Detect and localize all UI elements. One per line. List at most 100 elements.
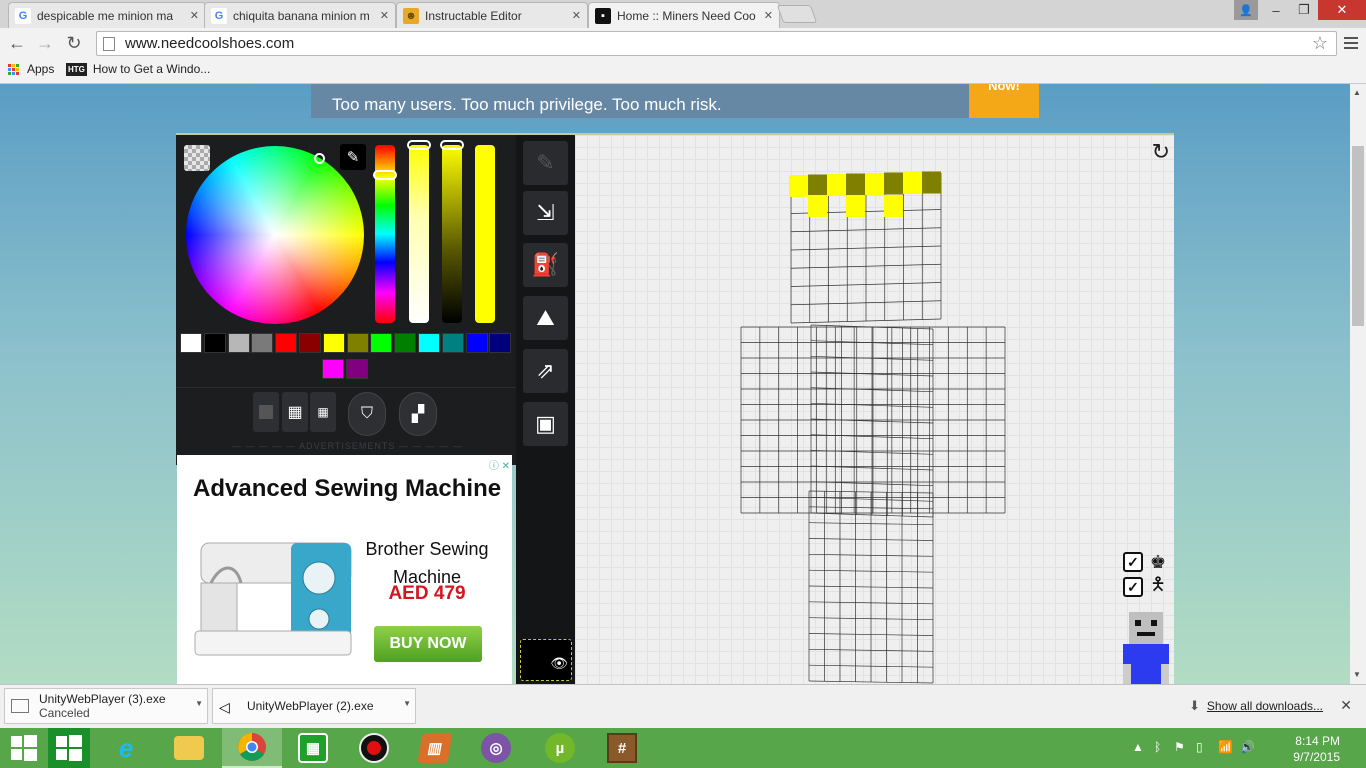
taskbar-app-fire[interactable]: ▥ <box>405 728 465 768</box>
hue-slider-knob[interactable] <box>373 170 397 180</box>
close-icon[interactable]: ✕ <box>572 9 581 22</box>
body-wireframe[interactable] <box>740 326 1006 514</box>
action-center-icon[interactable]: ⚑ <box>1174 740 1185 754</box>
share-icon[interactable]: ⇗ <box>523 349 568 393</box>
painted-pixel[interactable] <box>827 174 846 196</box>
windows-store-tile[interactable] <box>48 728 90 768</box>
tab-instructable-editor[interactable]: ☻ Instructable Editor ✕ <box>396 2 588 28</box>
bluetooth-icon[interactable]: ᛒ <box>1154 740 1161 754</box>
lightness-slider-knob[interactable] <box>407 140 431 150</box>
portrait-icon[interactable]: ▣ <box>523 402 568 446</box>
preview-toggle[interactable]: 👁 <box>520 639 572 681</box>
painted-pixel[interactable] <box>808 174 827 197</box>
lightness-slider[interactable] <box>407 140 431 323</box>
taskbar-browser-ring[interactable]: ◎ <box>466 728 526 768</box>
download-item[interactable]: UnityWebPlayer (3).exe Canceled ▼ <box>4 688 208 724</box>
palette-swatch[interactable] <box>394 333 417 353</box>
palette-swatch[interactable] <box>227 333 250 353</box>
bookmark-how-to-get-a-window[interactable]: HTG How to Get a Windo... <box>66 62 210 76</box>
darkness-slider-knob[interactable] <box>440 140 464 150</box>
torso-wireframe[interactable] <box>810 324 934 518</box>
close-icon[interactable]: ✕ <box>190 9 199 22</box>
battery-icon[interactable]: ▯ <box>1196 740 1203 754</box>
transparent-color-swatch[interactable] <box>184 145 210 171</box>
palette-swatch[interactable] <box>180 333 202 353</box>
chevron-down-icon[interactable]: ▼ <box>403 699 411 708</box>
overlay-layer-checkbox[interactable]: ✓ <box>1123 552 1143 572</box>
user-profile-icon[interactable]: 👤 <box>1234 0 1258 20</box>
close-icon[interactable]: ✕ <box>380 9 389 22</box>
tab-miners-need-cool-shoes[interactable]: ▪ Home :: Miners Need Coo ✕ <box>588 2 780 28</box>
color-wheel[interactable] <box>186 146 364 324</box>
palette-swatch[interactable] <box>370 333 393 353</box>
taskbar-internet-explorer[interactable]: e <box>96 728 156 768</box>
painted-pixel[interactable] <box>808 195 827 217</box>
volume-icon[interactable]: 🔊 <box>1240 740 1255 754</box>
painted-pixel[interactable] <box>846 173 865 196</box>
taskbar-minecraft[interactable]: # <box>592 728 652 768</box>
painted-pixel[interactable] <box>903 172 922 194</box>
page-scrollbar[interactable]: ▲ ▼ <box>1350 84 1366 684</box>
taskbar-chrome[interactable] <box>222 728 282 768</box>
palette-swatch[interactable] <box>322 359 344 379</box>
painted-pixel[interactable] <box>884 172 903 195</box>
restore-icon[interactable]: ❐ <box>1290 0 1318 20</box>
resize-icon[interactable]: ⇲ <box>523 191 568 235</box>
palette-swatch[interactable] <box>203 333 226 353</box>
download-item[interactable]: ◁ UnityWebPlayer (2).exe ▼ <box>212 688 416 724</box>
taskbar-recorder[interactable] <box>344 728 404 768</box>
palette-swatch[interactable] <box>489 333 512 353</box>
forward-icon[interactable]: → <box>34 32 56 54</box>
minimize-icon[interactable]: – <box>1262 0 1290 20</box>
buy-now-button[interactable]: BUY NOW <box>374 626 482 662</box>
player-model-wireframe[interactable] <box>575 135 1174 684</box>
chrome-menu-icon[interactable] <box>1341 32 1361 54</box>
banner-ad[interactable]: Too many users. Too much privilege. Too … <box>311 84 1039 118</box>
skin-preview-thumbnail[interactable] <box>1123 612 1169 684</box>
painted-pixel[interactable] <box>884 195 903 217</box>
palette-swatch[interactable] <box>322 333 345 353</box>
tab-despicable-me[interactable]: G despicable me minion ma ✕ <box>8 2 206 28</box>
scroll-thumb[interactable] <box>1352 146 1364 326</box>
show-all-downloads-link[interactable]: Show all downloads... <box>1207 699 1323 713</box>
palette-swatch[interactable] <box>251 333 274 353</box>
close-window-icon[interactable]: ✕ <box>1318 0 1366 20</box>
area-chart-icon[interactable]: ⛰ <box>523 296 568 340</box>
ad-choices-icon[interactable]: ⓘ ✕ <box>489 457 510 472</box>
palette-swatch[interactable] <box>346 333 369 353</box>
hue-slider[interactable] <box>373 145 397 323</box>
close-icon[interactable]: ✕ <box>764 9 773 22</box>
scroll-up-icon[interactable]: ▲ <box>1353 88 1361 97</box>
brush-size-2x2-button[interactable]: ▦ <box>282 392 308 432</box>
close-icon[interactable]: ✕ <box>1340 697 1352 714</box>
brush-size-1px-button[interactable] <box>253 392 279 432</box>
paint-bucket-icon[interactable]: ⛽ <box>523 243 568 287</box>
address-bar[interactable]: www.needcoolshoes.com ☆ <box>96 31 1337 56</box>
palette-swatch[interactable] <box>275 333 298 353</box>
start-button[interactable] <box>0 728 48 768</box>
brush-size-3x3-button[interactable]: ▦ <box>310 392 336 432</box>
palette-swatch[interactable] <box>441 333 464 353</box>
chevron-up-icon[interactable]: ▲ <box>1132 740 1144 754</box>
palette-swatch[interactable] <box>418 333 440 353</box>
system-clock[interactable]: 8:14 PM 9/7/2015 <box>1293 733 1340 765</box>
sewing-machine-ad[interactable]: ⓘ ✕ Advanced Sewing Machine Brother Sewi… <box>177 455 512 684</box>
eyedropper-icon[interactable]: ✎ <box>340 144 366 170</box>
color-wheel-picker[interactable] <box>314 153 325 164</box>
new-tab-button[interactable] <box>776 5 818 23</box>
star-icon[interactable]: ☆ <box>1312 33 1328 54</box>
tab-chiquita-banana[interactable]: G chiquita banana minion m ✕ <box>204 2 396 28</box>
network-icon[interactable]: 📶 <box>1218 740 1233 754</box>
taskbar-store[interactable]: ▦ <box>283 728 343 768</box>
reload-icon[interactable]: ↻ <box>63 32 85 54</box>
darkness-slider[interactable] <box>440 140 464 323</box>
bookmark-apps[interactable]: Apps <box>8 62 54 76</box>
brush-icon[interactable]: ✎ <box>523 141 568 185</box>
mirror-icon[interactable]: ▞ <box>399 392 437 436</box>
back-icon[interactable]: ← <box>6 32 28 54</box>
legs-wireframe[interactable] <box>808 490 934 684</box>
shield-icon[interactable]: ⛉ <box>348 392 386 436</box>
banner-ad-button[interactable]: Now! <box>969 84 1039 118</box>
skin-canvas-3d[interactable]: ↻ ✓ ♚ ✓ 🯅 <box>575 135 1174 684</box>
painted-pixel[interactable] <box>865 173 884 195</box>
